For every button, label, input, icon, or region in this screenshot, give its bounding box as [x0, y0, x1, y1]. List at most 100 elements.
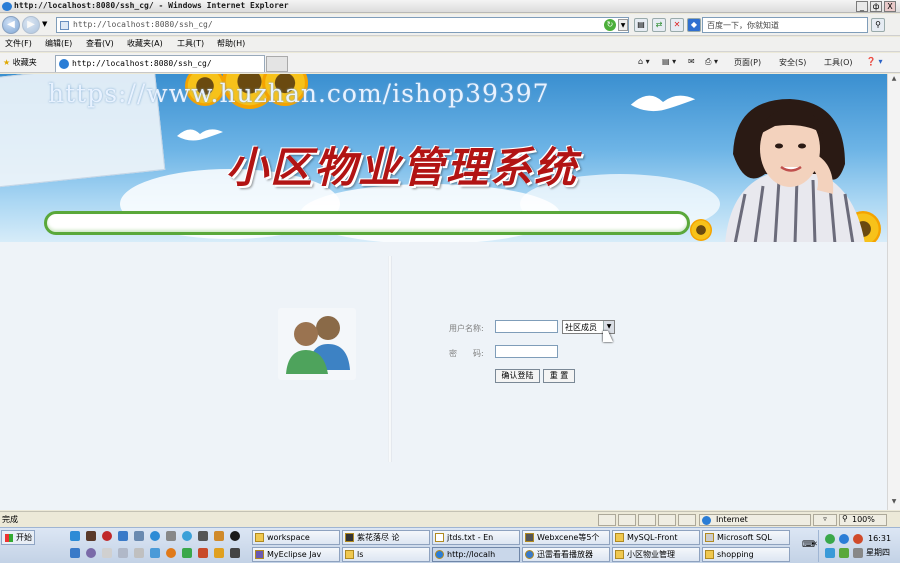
menu-view[interactable]: 查看(V): [86, 38, 114, 49]
quicklaunch-app-icon[interactable]: [86, 548, 96, 558]
mouse-cursor-icon: [603, 331, 613, 342]
compat-view-icon[interactable]: ↻: [604, 19, 616, 31]
quicklaunch-app-icon[interactable]: [230, 531, 240, 541]
back-button[interactable]: ◀: [2, 16, 20, 34]
volume-icon[interactable]: [853, 548, 863, 558]
favorites-button[interactable]: ★ 收藏夹: [3, 57, 37, 68]
quicklaunch-app-icon[interactable]: [134, 548, 144, 558]
history-dropdown-icon[interactable]: ▼: [42, 20, 47, 28]
search-input[interactable]: 百度一下，你就知道: [702, 17, 868, 33]
address-dropdown-icon[interactable]: ▼: [618, 19, 628, 31]
tools-menu[interactable]: 工具(O): [824, 57, 853, 68]
tray-expand-icon[interactable]: «: [812, 539, 818, 549]
tray-icon[interactable]: [825, 534, 835, 544]
taskbar-item[interactable]: ls: [342, 547, 430, 562]
stop-icon[interactable]: ✕: [670, 18, 684, 32]
quicklaunch-ie-icon[interactable]: [70, 531, 80, 541]
rss-icon[interactable]: ▤ ▾: [662, 57, 676, 66]
login-button[interactable]: 确认登陆: [495, 369, 540, 383]
quicklaunch-app-icon[interactable]: [102, 531, 112, 541]
scroll-down-icon[interactable]: ▼: [889, 498, 899, 508]
protected-mode-icon[interactable]: ▿: [813, 514, 837, 526]
quicklaunch-app-icon[interactable]: [214, 548, 224, 558]
taskbar-item[interactable]: MyEclipse Jav: [252, 547, 340, 562]
minimize-button[interactable]: _: [856, 1, 868, 12]
password-label: 密 码:: [449, 349, 484, 358]
refresh-icon[interactable]: ⇄: [652, 18, 666, 32]
vertical-divider: [388, 256, 392, 462]
taskbar-item-label: Microsoft SQL: [717, 533, 772, 542]
browser-tab[interactable]: http://localhost:8080/ssh_cg/: [55, 55, 265, 72]
tray-icon[interactable]: [825, 548, 835, 558]
taskbar-item[interactable]: 小区物业管理: [612, 547, 700, 562]
print-icon[interactable]: ⎙ ▾: [705, 57, 718, 67]
users-icon: [278, 308, 356, 380]
search-placeholder: 百度一下，你就知道: [707, 21, 779, 30]
quicklaunch-app-icon[interactable]: [182, 531, 192, 541]
address-field[interactable]: http://localhost:8080/ssh_cg/ ↻ ▼: [56, 17, 629, 33]
security-zone[interactable]: Internet: [699, 514, 811, 526]
taskbar-item[interactable]: 紫花落尽 论: [342, 530, 430, 545]
home-icon[interactable]: ⌂ ▾: [638, 57, 650, 66]
safety-menu[interactable]: 安全(S): [779, 57, 806, 68]
taskbar-item-label: workspace: [267, 533, 310, 542]
taskbar-item[interactable]: 迅雷看看播放器: [522, 547, 610, 562]
taskbar-item-label: MySQL-Front: [627, 533, 678, 542]
menu-edit[interactable]: 编辑(E): [45, 38, 72, 49]
search-button-icon[interactable]: ⚲: [871, 18, 885, 32]
taskbar-item[interactable]: shopping: [702, 547, 790, 562]
taskbar-item[interactable]: Microsoft SQL: [702, 530, 790, 545]
tray-icon[interactable]: [839, 548, 849, 558]
folder-icon: [345, 550, 354, 559]
quicklaunch-app-icon[interactable]: [102, 548, 112, 558]
quicklaunch-app-icon[interactable]: [166, 531, 176, 541]
quicklaunch-app-icon[interactable]: [150, 548, 160, 558]
quicklaunch-app-icon[interactable]: [198, 531, 208, 541]
quicklaunch-app-icon[interactable]: [86, 531, 96, 541]
quicklaunch-app-icon[interactable]: [150, 531, 160, 541]
quicklaunch-app-icon[interactable]: [198, 548, 208, 558]
folder-icon: [255, 533, 264, 542]
taskbar-item[interactable]: workspace: [252, 530, 340, 545]
taskbar-item-active[interactable]: http://localh: [432, 547, 520, 562]
menu-favorites[interactable]: 收藏夹(A): [127, 38, 163, 49]
password-input[interactable]: [495, 345, 558, 358]
clock[interactable]: 16:31: [868, 534, 891, 543]
new-tab-button[interactable]: [266, 56, 288, 72]
vertical-scrollbar[interactable]: ▲ ▼: [887, 74, 900, 510]
help-icon[interactable]: ❓ ▾: [866, 57, 883, 66]
menu-help[interactable]: 帮助(H): [217, 38, 245, 49]
feed-icon[interactable]: ▤: [634, 18, 648, 32]
reset-button[interactable]: 重 置: [543, 369, 575, 383]
taskbar-item-label: MyEclipse Jav: [267, 550, 322, 559]
page-menu[interactable]: 页面(P): [734, 57, 761, 68]
tab-ie-icon: [59, 59, 69, 69]
forward-button[interactable]: ▶: [22, 16, 40, 34]
start-button[interactable]: 开始: [1, 530, 35, 545]
mail-icon[interactable]: ✉: [688, 57, 695, 66]
player-icon: [525, 550, 534, 559]
quicklaunch-app-icon[interactable]: [134, 531, 144, 541]
quicklaunch-app-icon[interactable]: [214, 531, 224, 541]
zoom-control[interactable]: ⚲ 100%: [839, 514, 887, 526]
address-toolbar: ◀ ▶ ▼ http://localhost:8080/ssh_cg/ ↻ ▼ …: [0, 14, 900, 36]
system-title: 小区物业管理系统: [226, 143, 579, 192]
watermark-text: https://www.huzhan.com/ishop39397: [48, 79, 550, 108]
quicklaunch-app-icon[interactable]: [70, 548, 80, 558]
quicklaunch-app-icon[interactable]: [118, 531, 128, 541]
username-input[interactable]: [495, 320, 558, 333]
quicklaunch-app-icon[interactable]: [166, 548, 176, 558]
menu-file[interactable]: 文件(F): [5, 38, 32, 49]
quicklaunch-app-icon[interactable]: [118, 548, 128, 558]
tray-icon[interactable]: [853, 534, 863, 544]
quicklaunch-app-icon[interactable]: [182, 548, 192, 558]
taskbar-item[interactable]: jtds.txt - En: [432, 530, 520, 545]
menu-tools[interactable]: 工具(T): [177, 38, 204, 49]
quicklaunch-app-icon[interactable]: [230, 548, 240, 558]
scroll-up-icon[interactable]: ▲: [889, 75, 899, 85]
taskbar-item[interactable]: Webxcene等5个: [522, 530, 610, 545]
tray-icon[interactable]: [839, 534, 849, 544]
close-window-button[interactable]: X: [884, 1, 896, 12]
maximize-button[interactable]: ф: [870, 1, 882, 12]
taskbar-item[interactable]: MySQL-Front: [612, 530, 700, 545]
